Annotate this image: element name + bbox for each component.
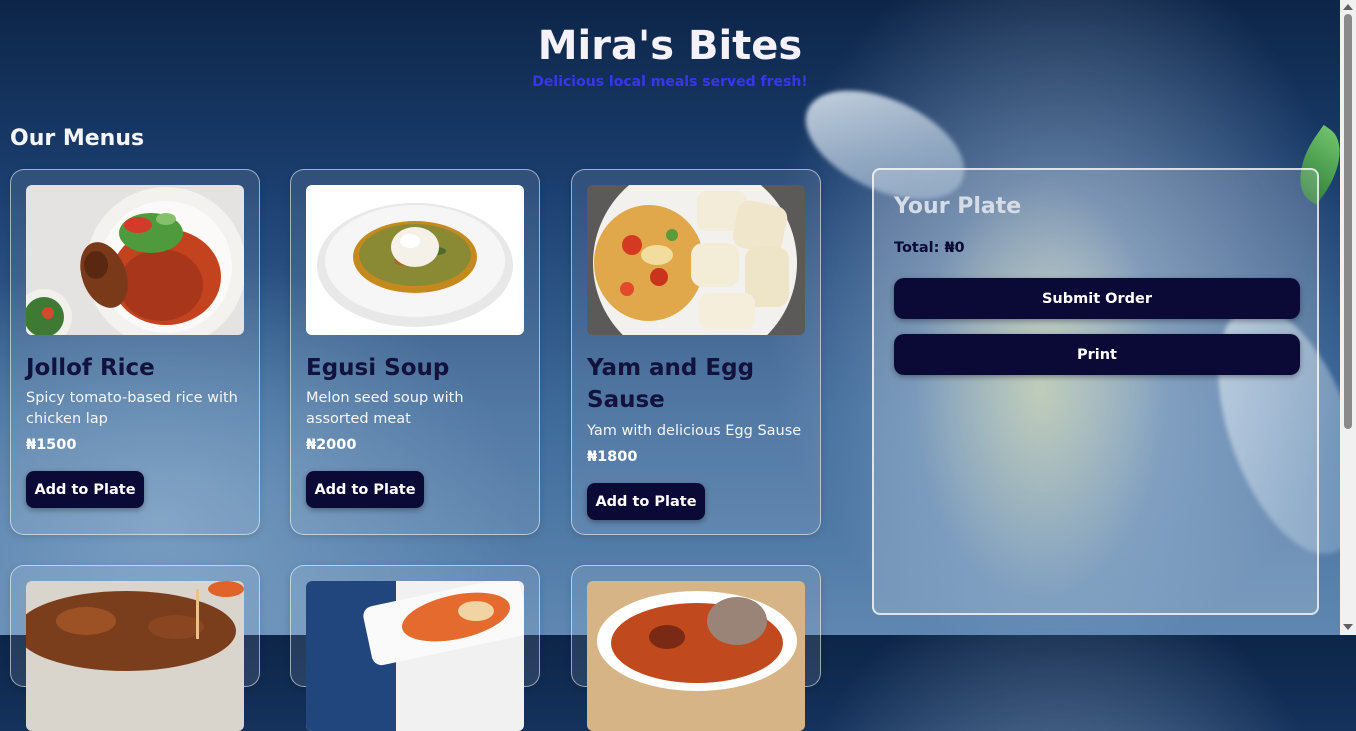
menu-item-name: Jollof Rice bbox=[26, 355, 155, 381]
menu-card bbox=[10, 565, 260, 731]
menu-card: Jollof Rice Spicy tomato-based rice with… bbox=[10, 169, 260, 535]
plate-title: Your Plate bbox=[894, 194, 1022, 219]
menu-section-title: Our Menus bbox=[10, 126, 145, 151]
menu-item-name: Egusi Soup bbox=[306, 355, 450, 381]
site-title: Mira's Bites bbox=[537, 23, 803, 69]
menu-item-photo bbox=[26, 581, 244, 731]
menu-card: Egusi Soup Melon seed soup with assorted… bbox=[290, 169, 540, 535]
egusi-soup-photo bbox=[306, 185, 524, 335]
menu-item-price: ₦2000 bbox=[306, 437, 357, 453]
menu-card bbox=[290, 565, 540, 731]
menu-item-description: Spicy tomato-based rice with chicken lap bbox=[26, 390, 238, 427]
menu-item-description: Melon seed soup with assorted meat bbox=[306, 390, 464, 427]
plate-panel: Your Plate Total: ₦0 Submit Order Print bbox=[872, 168, 1319, 615]
site-header: Mira's Bites Delicious local meals serve… bbox=[0, 22, 1340, 90]
submit-order-button[interactable]: Submit Order bbox=[894, 278, 1300, 319]
add-to-plate-button[interactable]: Add to Plate bbox=[587, 483, 705, 520]
menu-item-photo bbox=[306, 581, 524, 731]
yam-and-egg-photo bbox=[587, 185, 805, 335]
menu-item-description: Yam with delicious Egg Sause bbox=[587, 423, 802, 439]
add-to-plate-button[interactable]: Add to Plate bbox=[306, 471, 424, 508]
plate-total: Total: ₦0 bbox=[894, 240, 965, 256]
print-button[interactable]: Print bbox=[894, 334, 1300, 375]
menu-item-price: ₦1800 bbox=[587, 449, 638, 465]
scroll-down-arrow-icon[interactable] bbox=[1343, 624, 1353, 630]
menu-item-photo bbox=[587, 581, 805, 731]
page-scrollbar[interactable] bbox=[1340, 0, 1356, 635]
scrollbar-thumb[interactable] bbox=[1344, 14, 1352, 429]
menu-item-price: ₦1500 bbox=[26, 437, 77, 453]
menu-card: Yam and Egg Sause Yam with delicious Egg… bbox=[571, 169, 821, 535]
menu-card bbox=[571, 565, 821, 731]
jollof-rice-photo bbox=[26, 185, 244, 335]
add-to-plate-button[interactable]: Add to Plate bbox=[26, 471, 144, 508]
menu-item-name: Yam and Egg Sause bbox=[587, 355, 755, 413]
site-tagline: Delicious local meals served fresh! bbox=[532, 74, 808, 90]
scroll-up-arrow-icon[interactable] bbox=[1343, 4, 1353, 10]
